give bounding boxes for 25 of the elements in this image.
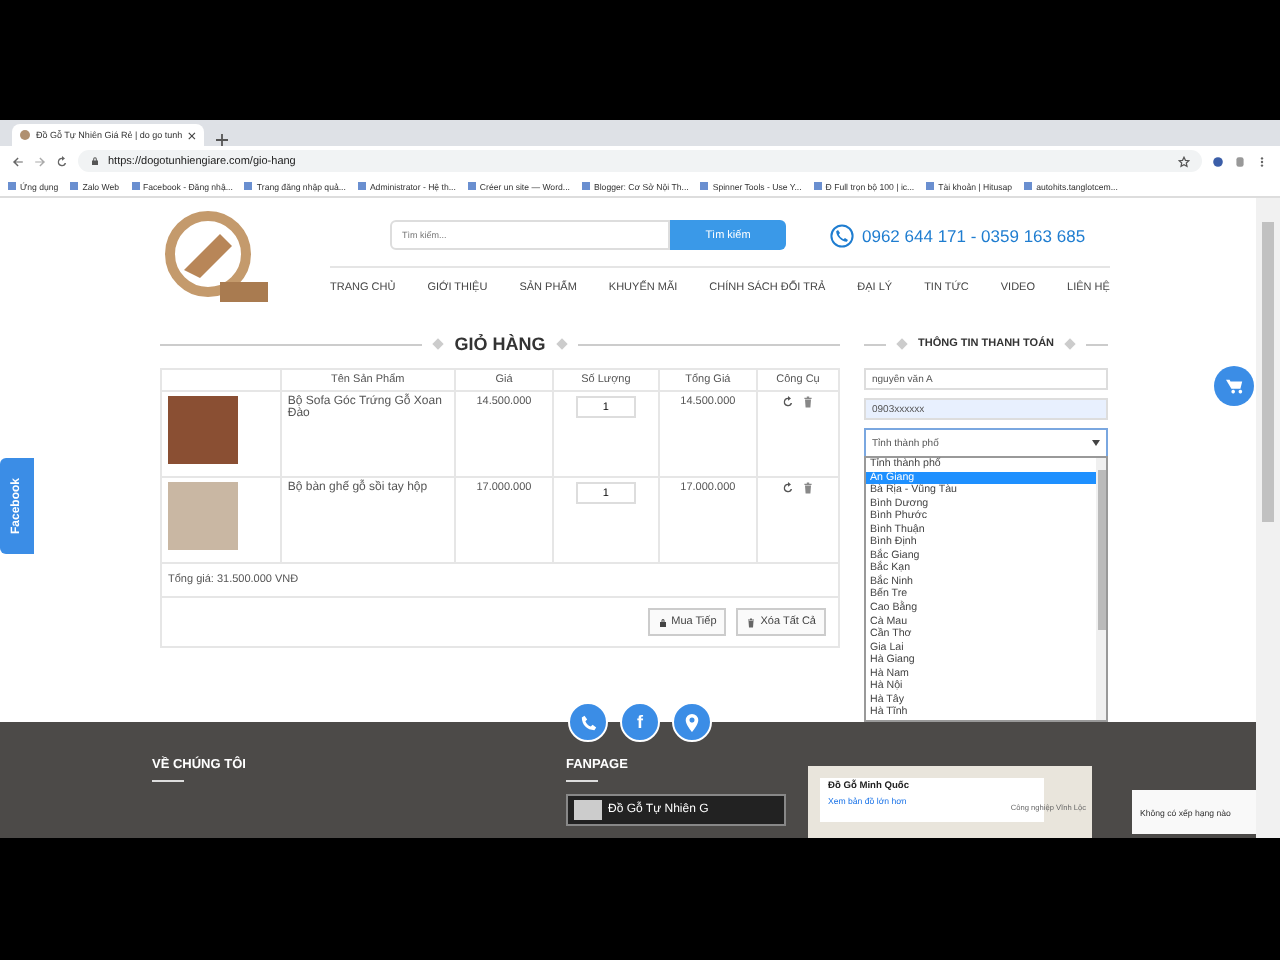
plus-icon[interactable]	[216, 134, 228, 146]
cart-icon	[1225, 377, 1243, 395]
shopping-bag-icon	[657, 617, 668, 627]
social-button[interactable]	[672, 702, 712, 742]
section-title: GIỎ HÀNG	[454, 334, 546, 354]
trash-icon	[746, 617, 757, 627]
phone-number: 0962 644 171 - 0359 163 685	[862, 225, 1086, 245]
reload-icon[interactable]	[56, 155, 68, 167]
trash-icon[interactable]	[802, 482, 815, 494]
refresh-icon[interactable]	[782, 396, 795, 408]
phone-icon	[830, 223, 854, 247]
photo-placeholder	[168, 482, 238, 550]
lock-icon	[90, 156, 100, 166]
trash-icon[interactable]	[802, 396, 815, 408]
social-button[interactable]	[568, 702, 608, 742]
cart-button[interactable]	[1214, 366, 1254, 406]
phone-icon	[579, 713, 597, 731]
photo-placeholder	[168, 396, 238, 464]
caret-icon	[1092, 440, 1100, 446]
menu-icon[interactable]	[1256, 155, 1268, 167]
location-pin-icon	[684, 713, 700, 731]
refresh-icon[interactable]	[782, 482, 795, 494]
close-icon[interactable]	[188, 131, 196, 139]
star-icon[interactable]	[1178, 155, 1190, 167]
back-icon[interactable]	[12, 155, 24, 167]
